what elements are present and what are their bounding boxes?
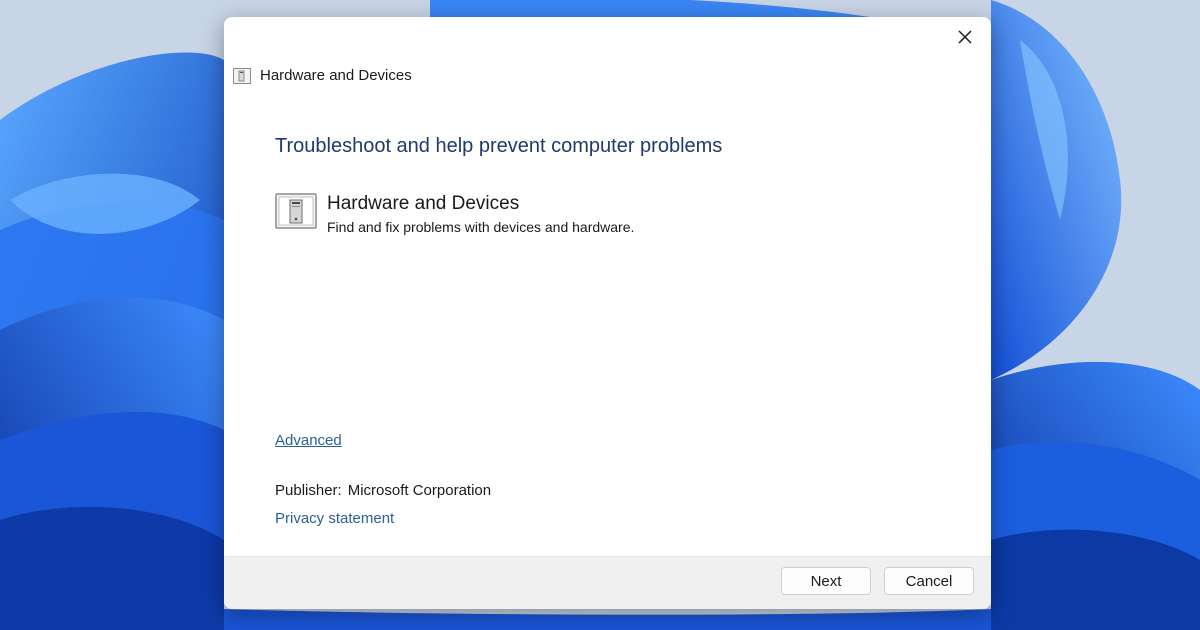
publisher-label: Publisher: — [275, 482, 342, 499]
publisher-info: Publisher: Microsoft Corporation — [275, 482, 491, 499]
publisher-value: Microsoft Corporation — [347, 482, 492, 499]
hardware-device-icon — [275, 193, 317, 231]
dialog-footer: Next Cancel — [224, 556, 991, 609]
page-heading: Troubleshoot and help prevent computer p… — [275, 135, 723, 157]
close-button[interactable] — [949, 23, 981, 51]
title-bar: Hardware and Devices — [233, 67, 412, 84]
advanced-link[interactable]: Advanced — [275, 432, 342, 449]
window-title: Hardware and Devices — [260, 67, 412, 84]
next-button[interactable]: Next — [781, 567, 871, 595]
item-title: Hardware and Devices — [327, 193, 520, 214]
cancel-button[interactable]: Cancel — [884, 567, 974, 595]
close-icon — [958, 30, 972, 44]
item-description: Find and fix problems with devices and h… — [327, 219, 635, 235]
troubleshooter-item[interactable]: Hardware and Devices Find and fix proble… — [275, 193, 634, 235]
privacy-statement-link[interactable]: Privacy statement — [275, 510, 394, 527]
troubleshooter-icon — [233, 67, 251, 84]
troubleshooter-dialog: Hardware and Devices Troubleshoot and he… — [224, 17, 991, 609]
